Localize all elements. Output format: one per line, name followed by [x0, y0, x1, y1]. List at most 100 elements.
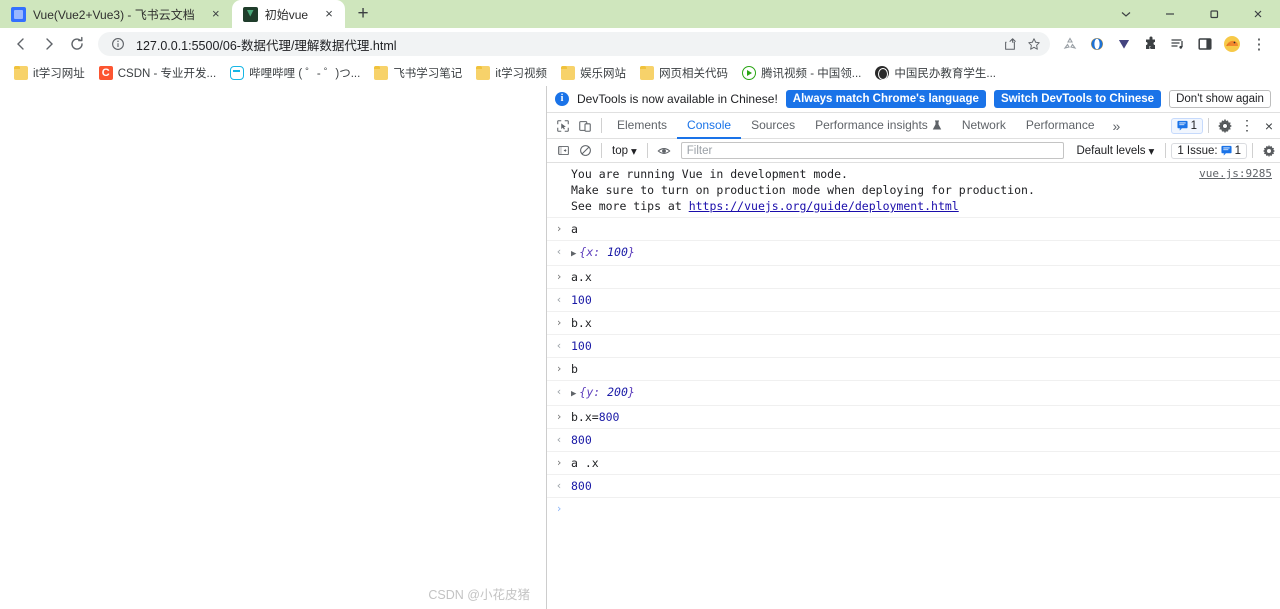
console-settings-gear-icon[interactable] [1258, 140, 1280, 162]
bookmark-label: 哔哩哔哩 ( ゜- ゜)つ... [249, 67, 361, 80]
input-caret-icon: › [555, 456, 563, 469]
browser-tab-title: 初始vue [264, 7, 309, 22]
devtools-tab-bar: Elements Console Sources Performance ins… [547, 113, 1280, 139]
bookmark-item[interactable]: 腾讯视频 - 中国领... [736, 63, 867, 83]
close-icon[interactable] [1236, 0, 1280, 28]
devtools-close-icon[interactable]: × [1258, 115, 1280, 137]
console-prompt[interactable]: › [547, 498, 1280, 519]
bookmark-item[interactable]: 中国民办教育学生... [869, 63, 1002, 83]
devtools-tabs-overflow-icon[interactable]: » [1105, 118, 1129, 134]
console-output-row[interactable]: ‹ 100 [547, 335, 1280, 358]
console-filter-input[interactable] [680, 142, 1065, 159]
console-input-row[interactable]: › b [547, 358, 1280, 381]
tab-close-icon[interactable]: × [208, 6, 224, 22]
bookmark-item[interactable]: it学习视频 [470, 63, 553, 83]
object-preview-number: 100 [607, 245, 628, 259]
chevron-down-icon[interactable] [1104, 0, 1148, 28]
devtools-tab-console[interactable]: Console [677, 113, 741, 139]
always-match-language-button[interactable]: Always match Chrome's language [785, 90, 986, 108]
toolbar-divider [1208, 118, 1209, 133]
console-output-value: 800 [571, 433, 592, 447]
console-input-row[interactable]: › b.x=800 [547, 406, 1280, 429]
source-link[interactable]: vue.js:9285 [1199, 166, 1272, 182]
message-count-badge[interactable]: 1 [1170, 117, 1203, 134]
inspect-element-icon[interactable] [552, 115, 574, 137]
console-output-row[interactable]: ‹ 800 [547, 475, 1280, 498]
console-output[interactable]: You are running Vue in development mode.… [547, 163, 1280, 609]
profile-avatar-icon[interactable] [1220, 32, 1244, 56]
switch-devtools-chinese-button[interactable]: Switch DevTools to Chinese [993, 90, 1162, 108]
console-output-row[interactable]: ‹ 800 [547, 429, 1280, 452]
bookmark-label: 腾讯视频 - 中国领... [761, 67, 862, 80]
toolbar-divider [1252, 143, 1253, 158]
console-toolbar: top ▾ Default levels ▾ 1 Issue: [547, 139, 1280, 163]
bookmarks-bar: it学习网址 C CSDN - 专业开发... 哔哩哔哩 ( ゜- ゜)つ...… [0, 60, 1280, 86]
expand-triangle-icon[interactable]: ▶ [571, 249, 576, 259]
devtools-tab-network[interactable]: Network [952, 113, 1016, 139]
object-preview-number: 200 [607, 385, 628, 399]
reload-icon[interactable] [64, 31, 90, 57]
deployment-guide-link[interactable]: https://vuejs.org/guide/deployment.html [689, 199, 959, 213]
bookmark-item[interactable]: 飞书学习笔记 [368, 63, 468, 83]
bookmark-item[interactable]: C CSDN - 专业开发... [93, 63, 222, 83]
bookmark-star-icon[interactable] [1024, 34, 1044, 54]
v-logo-extension-icon[interactable] [1112, 32, 1136, 56]
recycle-extension-icon[interactable] [1058, 32, 1082, 56]
bookmark-item[interactable]: it学习网址 [8, 63, 91, 83]
console-input-row[interactable]: › a .x [547, 452, 1280, 475]
tab-close-icon[interactable]: × [321, 6, 337, 22]
chevron-down-icon: ▾ [631, 145, 637, 158]
csdn-icon: C [98, 65, 113, 80]
console-output-row[interactable]: ‹ 100 [547, 289, 1280, 312]
gear-icon[interactable] [1214, 115, 1236, 137]
issues-count: 1 [1234, 144, 1241, 157]
log-levels-selector[interactable]: Default levels ▾ [1070, 144, 1160, 158]
browser-menu-icon[interactable]: ⋮ [1246, 31, 1272, 57]
console-output-row[interactable]: ‹ ▶ {y: 200} [547, 381, 1280, 406]
forward-icon[interactable] [36, 31, 62, 57]
share-icon[interactable] [1000, 34, 1020, 54]
opera-circle-extension-icon[interactable] [1085, 32, 1109, 56]
expand-triangle-icon[interactable]: ▶ [571, 389, 576, 399]
back-icon[interactable] [8, 31, 34, 57]
vue-file-icon [242, 6, 258, 22]
devtools-tab-performance[interactable]: Performance [1016, 113, 1105, 139]
browser-window: Vue(Vue2+Vue3) - 飞书云文档 × 初始vue × + 127.0… [0, 0, 1280, 609]
console-message[interactable]: You are running Vue in development mode.… [547, 163, 1280, 218]
browser-tab-0[interactable]: Vue(Vue2+Vue3) - 飞书云文档 × [0, 0, 232, 28]
browser-tab-1[interactable]: 初始vue × [231, 0, 346, 28]
log-line-2: Make sure to turn on production mode whe… [571, 183, 1035, 197]
devtools-tab-sources[interactable]: Sources [741, 113, 805, 139]
console-input-row[interactable]: › a [547, 218, 1280, 241]
page-viewport[interactable]: CSDN @小花皮猪 [0, 86, 546, 609]
devtools-more-icon[interactable]: ⋮ [1236, 115, 1258, 137]
bilibili-icon [230, 65, 245, 80]
console-input-row[interactable]: › b.x [547, 312, 1280, 335]
dont-show-again-button[interactable]: Don't show again [1169, 90, 1271, 108]
puzzle-extensions-icon[interactable] [1139, 32, 1163, 56]
minimize-icon[interactable] [1148, 0, 1192, 28]
new-tab-button[interactable]: + [349, 0, 377, 28]
media-list-icon[interactable] [1166, 32, 1190, 56]
site-info-icon[interactable] [108, 34, 128, 54]
bookmark-label: 飞书学习笔记 [393, 67, 463, 80]
bookmark-item[interactable]: 娱乐网站 [555, 63, 632, 83]
bookmark-item[interactable]: 网页相关代码 [634, 63, 734, 83]
sidepanel-icon[interactable] [1193, 32, 1217, 56]
console-output-row[interactable]: ‹ ▶ {x: 100} [547, 241, 1280, 266]
console-input-row[interactable]: › a.x [547, 266, 1280, 289]
issues-badge[interactable]: 1 Issue: 1 [1171, 142, 1247, 159]
bookmark-item[interactable]: 哔哩哔哩 ( ゜- ゜)つ... [224, 63, 366, 83]
devtools-tab-performance-insights[interactable]: Performance insights [805, 113, 952, 139]
execution-context-selector[interactable]: top ▾ [607, 144, 642, 158]
clear-console-icon[interactable] [574, 140, 596, 162]
device-toolbar-icon[interactable] [574, 115, 596, 137]
bookmark-label: 中国民办教育学生... [894, 67, 996, 80]
input-caret-icon: › [555, 316, 563, 329]
bookmark-label: 娱乐网站 [580, 67, 627, 80]
maximize-icon[interactable] [1192, 0, 1236, 28]
live-expression-icon[interactable] [653, 140, 675, 162]
console-sidebar-icon[interactable] [552, 140, 574, 162]
address-bar[interactable]: 127.0.0.1:5500/06-数据代理/理解数据代理.html [98, 32, 1050, 56]
devtools-tab-elements[interactable]: Elements [607, 113, 677, 139]
